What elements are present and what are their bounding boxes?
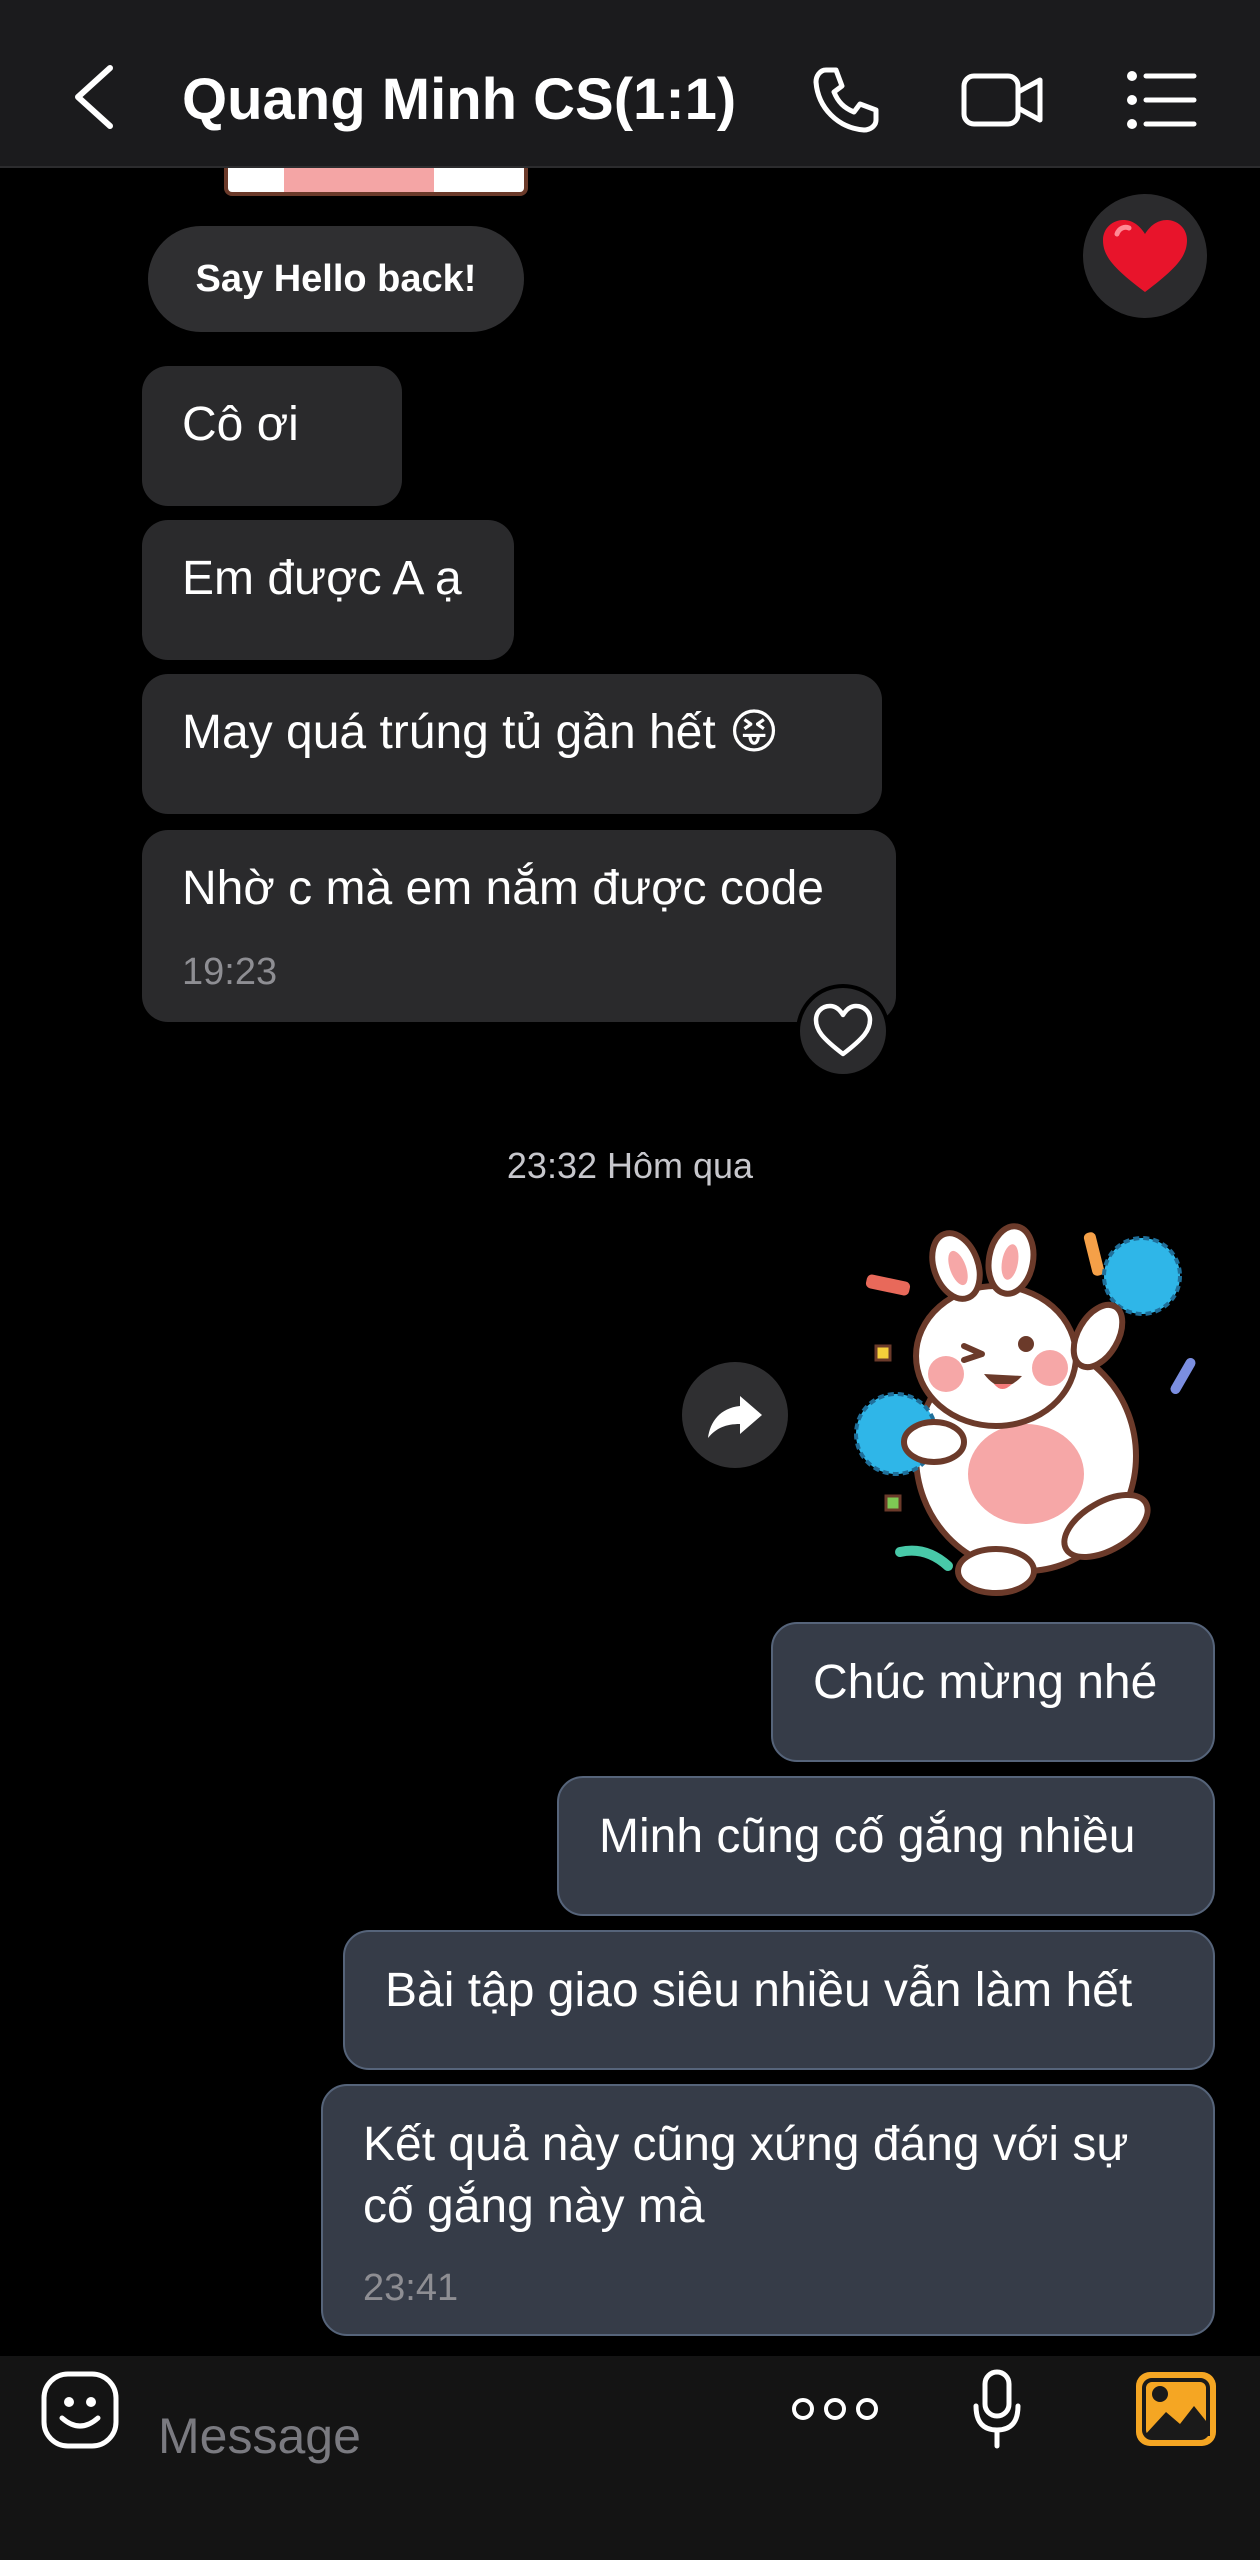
list-menu-icon[interactable] [1124, 62, 1200, 138]
outgoing-message[interactable]: Chúc mừng nhé [771, 1622, 1215, 1762]
message-timestamp: 19:23 [182, 951, 278, 993]
incoming-message[interactable]: May quá trúng tủ gần hết 😝 [142, 674, 882, 814]
day-separator: 23:32 Hôm qua [506, 1145, 754, 1186]
cheering-bunny-sticker[interactable] [826, 1206, 1226, 1606]
chevron-left-icon[interactable] [66, 62, 126, 132]
chat-title[interactable]: Quang Minh CS(1:1) [182, 66, 736, 134]
emoji-face-icon[interactable] [38, 2368, 122, 2452]
say-hello-back-button[interactable]: Say Hello back! [148, 226, 524, 332]
incoming-message[interactable]: Cô ơi [142, 366, 402, 506]
share-arrow-icon[interactable] [682, 1362, 788, 1468]
gallery-image-icon[interactable] [1134, 2370, 1218, 2448]
outgoing-message[interactable]: Kết quả này cũng xứng đáng với sự cố gắn… [321, 2084, 1215, 2336]
partial-sticker [224, 168, 528, 196]
message-input[interactable]: Message [158, 2406, 361, 2466]
microphone-icon[interactable] [970, 2368, 1024, 2452]
phone-icon[interactable] [808, 62, 884, 138]
heart-outline-icon[interactable] [796, 984, 890, 1078]
incoming-message[interactable]: Nhờ c mà em nắm được code 19:23 [142, 830, 896, 1022]
message-input-bar: Message [0, 2356, 1260, 2560]
more-dots-icon[interactable] [790, 2394, 880, 2424]
chat-screen: Quang Minh CS(1:1) Say Hello back! Cô ơi [0, 0, 1260, 2560]
video-camera-icon[interactable] [960, 62, 1046, 138]
outgoing-message[interactable]: Minh cũng cố gắng nhiều [557, 1776, 1215, 1916]
red-heart-icon[interactable] [1083, 194, 1207, 318]
outgoing-message[interactable]: Bài tập giao siêu nhiều vẫn làm hết [343, 1930, 1215, 2070]
chat-header: Quang Minh CS(1:1) [0, 0, 1260, 168]
incoming-message[interactable]: Em được A ạ [142, 520, 514, 660]
message-timestamp: 23:41 [363, 2267, 459, 2309]
